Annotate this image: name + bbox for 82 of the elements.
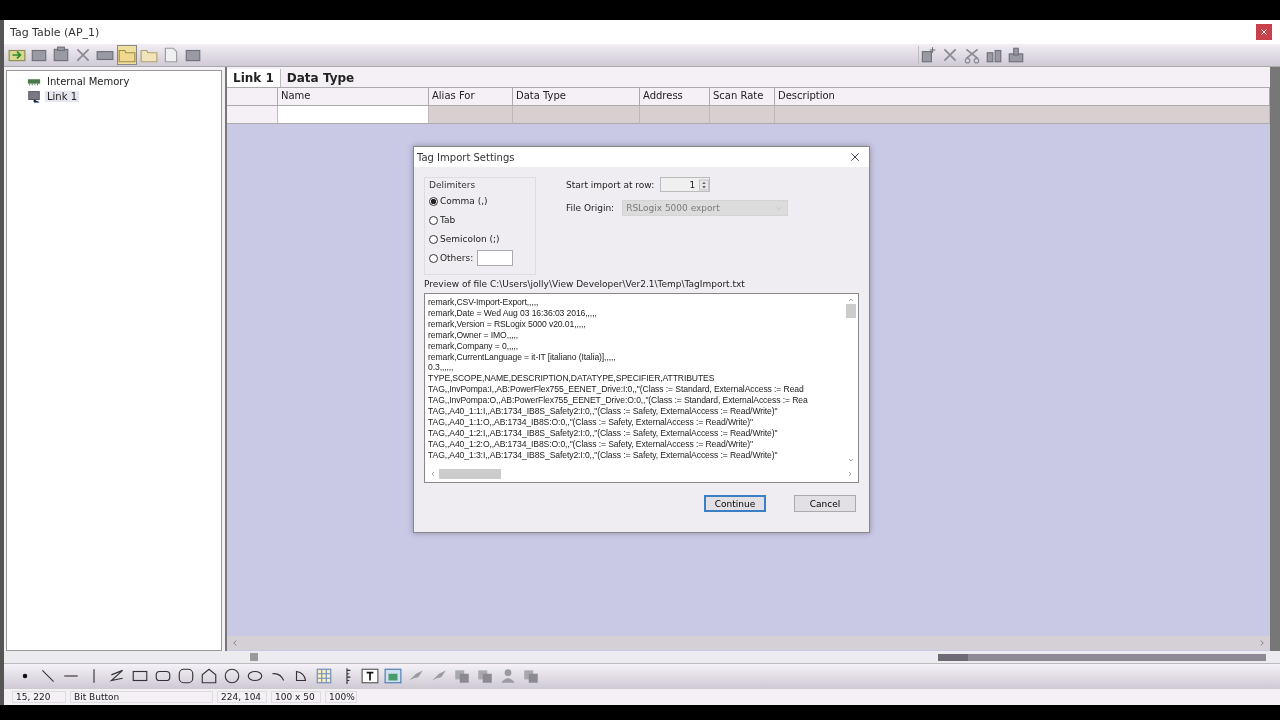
status-text: 15, 220	[12, 691, 66, 703]
preview-line: TAG,,A40_1:2:I,,AB:1734_IB8S_Safety2:I:0,,"(Class := Safety, ExternalAccess := Read/Write)"	[428, 427, 779, 439]
radio-button[interactable]: Tab	[429, 215, 456, 225]
splitter-handle[interactable]	[250, 653, 258, 661]
preview-line: remark,Version = RSLogix 5000 v20.01,,,,,	[428, 318, 587, 330]
status-text: Bit Button	[70, 691, 213, 703]
cut-icon[interactable]	[74, 46, 92, 64]
tree-item[interactable]: Link 1	[45, 90, 80, 102]
preview-line: TAG,,InvPompa:I,,AB:PowerFlex755_EENET_Drive:I:0,,"(Class := Standard, ExternalAccess := Read	[428, 384, 805, 396]
page-scrollbar[interactable]	[938, 653, 1266, 661]
others-field[interactable]	[477, 250, 514, 266]
preview-line: remark,Company = 0,,,,,	[428, 340, 520, 352]
radio-button[interactable]: Comma (,)	[429, 196, 488, 206]
field-label: Start import at row:	[566, 179, 655, 190]
line-icon[interactable]	[39, 667, 57, 685]
tab[interactable]: Link 1	[227, 69, 281, 87]
column-header[interactable]: Data Type	[513, 87, 640, 106]
status-text: 100 x 50	[271, 691, 321, 703]
dialog-title: Tag Import Settings	[417, 151, 515, 163]
preview-line: 0.3,,,,,,	[428, 362, 455, 374]
preview-label: Preview of file C:\Users\jolly\View Developer\Ver2.1\Temp\TagImport.txt	[424, 279, 746, 289]
shape-stack-icon[interactable]	[453, 667, 471, 685]
table-icon[interactable]	[315, 667, 333, 685]
shape-stack-icon[interactable]	[476, 667, 494, 685]
tree-item[interactable]: Internal Memory	[45, 75, 132, 87]
document-icon[interactable]	[162, 46, 180, 64]
cut-icon[interactable]	[962, 46, 981, 64]
preview-line: TAG,,A40_1:1:O,,AB:1734_IB8S:O:0,,"(Class := Safety, ExternalAccess := Read/Write)"	[428, 416, 754, 428]
column-header[interactable]: Alias For	[429, 87, 513, 106]
group-label: Delimiters	[429, 180, 477, 190]
shape-stack-icon[interactable]	[522, 667, 540, 685]
preview-line: remark,CurrentLanguage = it-IT [italiano (Italia)],,,,,	[428, 351, 617, 363]
spin-arrows-icon[interactable]	[699, 178, 710, 191]
column-header[interactable]: Description	[775, 87, 1270, 106]
chevron-up-icon[interactable]	[847, 296, 855, 304]
window-title: Tag Table (AP_1)	[10, 25, 100, 39]
network-device-icon	[27, 89, 41, 103]
rounded-square-icon[interactable]	[177, 667, 195, 685]
header-corner	[227, 87, 278, 106]
cancel-button[interactable]: Cancel	[794, 495, 856, 512]
pentagon-icon[interactable]	[200, 667, 218, 685]
close-button[interactable]	[1256, 24, 1272, 40]
radio-button[interactable]: Others:	[429, 253, 474, 263]
row-header	[227, 106, 278, 124]
close-icon	[1259, 27, 1269, 37]
chevron-left-icon[interactable]	[429, 470, 437, 478]
device-icon[interactable]	[52, 46, 70, 64]
circle-icon[interactable]	[223, 667, 241, 685]
tab[interactable]: Data Type	[280, 69, 361, 87]
scroll-thumb[interactable]	[846, 304, 856, 318]
preview-line: remark,Date = Wed Aug 03 16:36:03 2016,,,,,	[428, 307, 598, 319]
column-header[interactable]: Scan Rate	[710, 87, 775, 106]
column-header[interactable]: Address	[640, 87, 710, 106]
chevron-down-icon[interactable]	[847, 456, 855, 464]
close-icon[interactable]	[849, 151, 861, 163]
status-text: 224, 104	[217, 691, 267, 703]
table-cell	[640, 106, 710, 124]
vertical-scrollbar[interactable]	[1270, 67, 1280, 651]
export-icon[interactable]	[1006, 46, 1025, 64]
scroll-thumb[interactable]	[439, 469, 501, 479]
preview-line: TYPE,SCOPE,NAME,DESCRIPTION,DATATYPE,SPECIFIER,ATTRIBUTES	[428, 373, 716, 385]
preview-line: TAG,,A40_1:1:I,,AB:1734_IB8S_Safety2:I:0,,"(Class := Safety, ExternalAccess := Read/Write)"	[428, 406, 779, 417]
table-cell	[710, 106, 775, 124]
preview-line: TAG,,InvPompa:O,,AB:PowerFlex755_EENET_Drive:O:0,,"(Class := Standard, ExternalAccess := Rea	[428, 395, 809, 407]
table-cell[interactable]	[278, 106, 429, 124]
folder-icon[interactable]	[118, 46, 136, 64]
column-header[interactable]: Name	[278, 87, 429, 106]
preview-line: remark,CSV-Import-Export,,,,,	[428, 297, 540, 308]
text-icon[interactable]	[361, 667, 379, 685]
preview-line: TAG,,A40_1:2:O,,AB:1734_IB8S:O:0,,"(Class := Safety, ExternalAccess := Read/Write)"	[428, 438, 754, 450]
chevron-right-icon[interactable]	[846, 470, 854, 478]
image-icon[interactable]	[384, 667, 402, 685]
preview-line: TAG,,A40_1:3:I,,AB:1734_IB8S_Safety2:I:0,,"(Class := Safety, ExternalAccess := Read/Write)"	[428, 449, 779, 461]
preview-line: remark,Owner = IMO,,,,,	[428, 329, 520, 341]
user-icon[interactable]	[499, 667, 517, 685]
status-text: 100%	[325, 691, 357, 703]
row-spinner[interactable]: 1	[660, 177, 711, 192]
polyline-icon[interactable]	[108, 667, 126, 685]
horizontal-scrollbar[interactable]	[227, 636, 1270, 650]
field-label: File Origin:	[566, 203, 615, 213]
radio-button[interactable]: Semicolon (;)	[429, 234, 500, 244]
continue-button[interactable]: Continue	[704, 495, 766, 512]
